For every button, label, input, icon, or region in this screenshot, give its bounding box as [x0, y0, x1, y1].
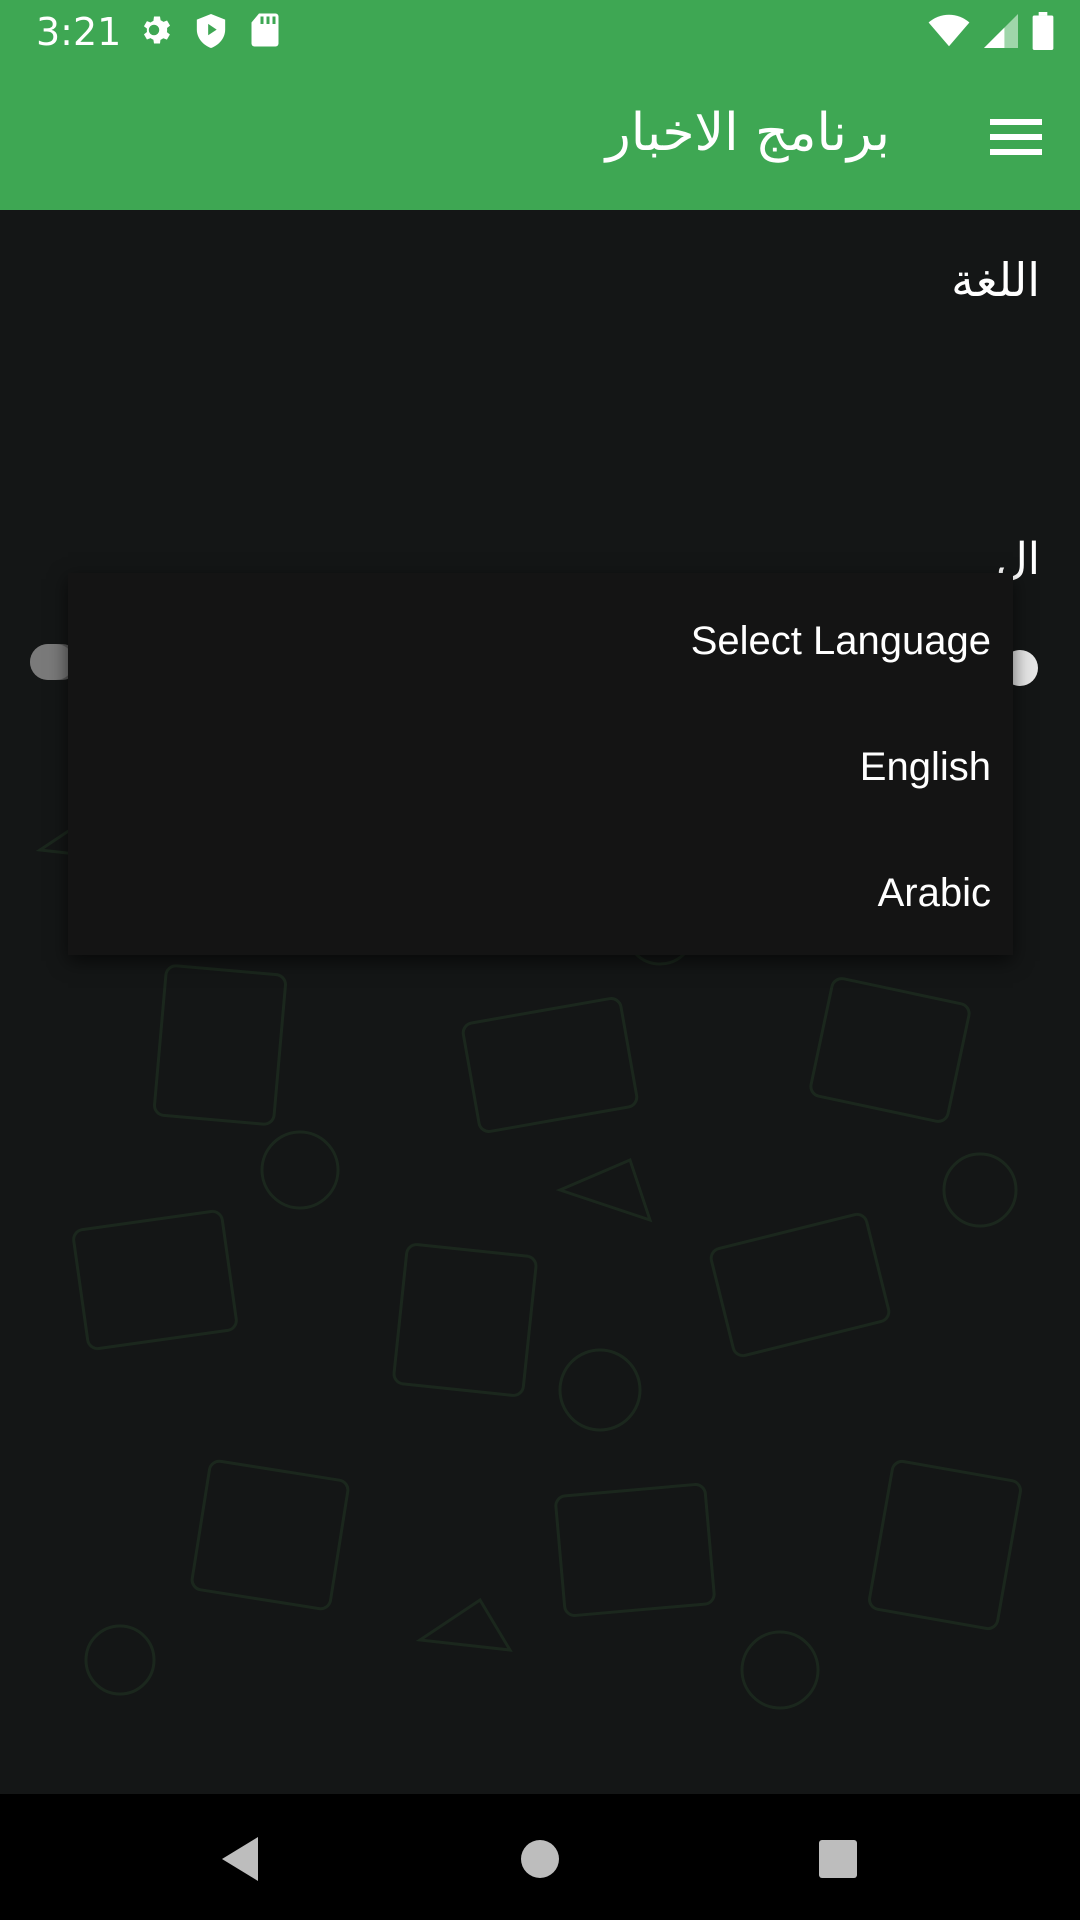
nav-home-button[interactable]: [500, 1819, 580, 1899]
status-bar: 3:21: [0, 0, 1080, 63]
wifi-icon: [928, 14, 970, 47]
nav-back-button[interactable]: [200, 1819, 280, 1899]
language-dropdown-menu: Select Language English Arabic: [68, 573, 1013, 955]
menu-item-english[interactable]: English: [860, 741, 991, 793]
menu-button[interactable]: [980, 101, 1052, 173]
cell-signal-icon: [984, 14, 1018, 48]
status-icons-right: [928, 12, 1054, 50]
nav-recents-button[interactable]: [798, 1819, 878, 1899]
hamburger-menu-icon: [990, 119, 1042, 155]
battery-icon: [1032, 12, 1054, 50]
status-time: 3:21: [36, 10, 122, 54]
settings-content: اللغة ال Select Language English Arabic: [0, 210, 1080, 1794]
shield-play-icon: [196, 14, 226, 48]
app-title: برنامج الاخبار: [605, 103, 890, 163]
home-circle-icon: [521, 1840, 559, 1878]
sd-card-icon: [251, 13, 279, 47]
status-icons-left: [136, 12, 280, 50]
menu-item-arabic[interactable]: Arabic: [878, 867, 991, 919]
app-bar: برنامج الاخبار: [0, 63, 1080, 210]
menu-item-select-language[interactable]: Select Language: [691, 615, 991, 667]
recents-square-icon: [819, 1840, 857, 1878]
navigation-bar: [0, 1794, 1080, 1920]
language-setting-heading: اللغة: [951, 253, 1040, 307]
gear-icon: [143, 16, 171, 44]
news-doodle-background: [35, 717, 1022, 1710]
back-triangle-icon: [222, 1837, 258, 1881]
